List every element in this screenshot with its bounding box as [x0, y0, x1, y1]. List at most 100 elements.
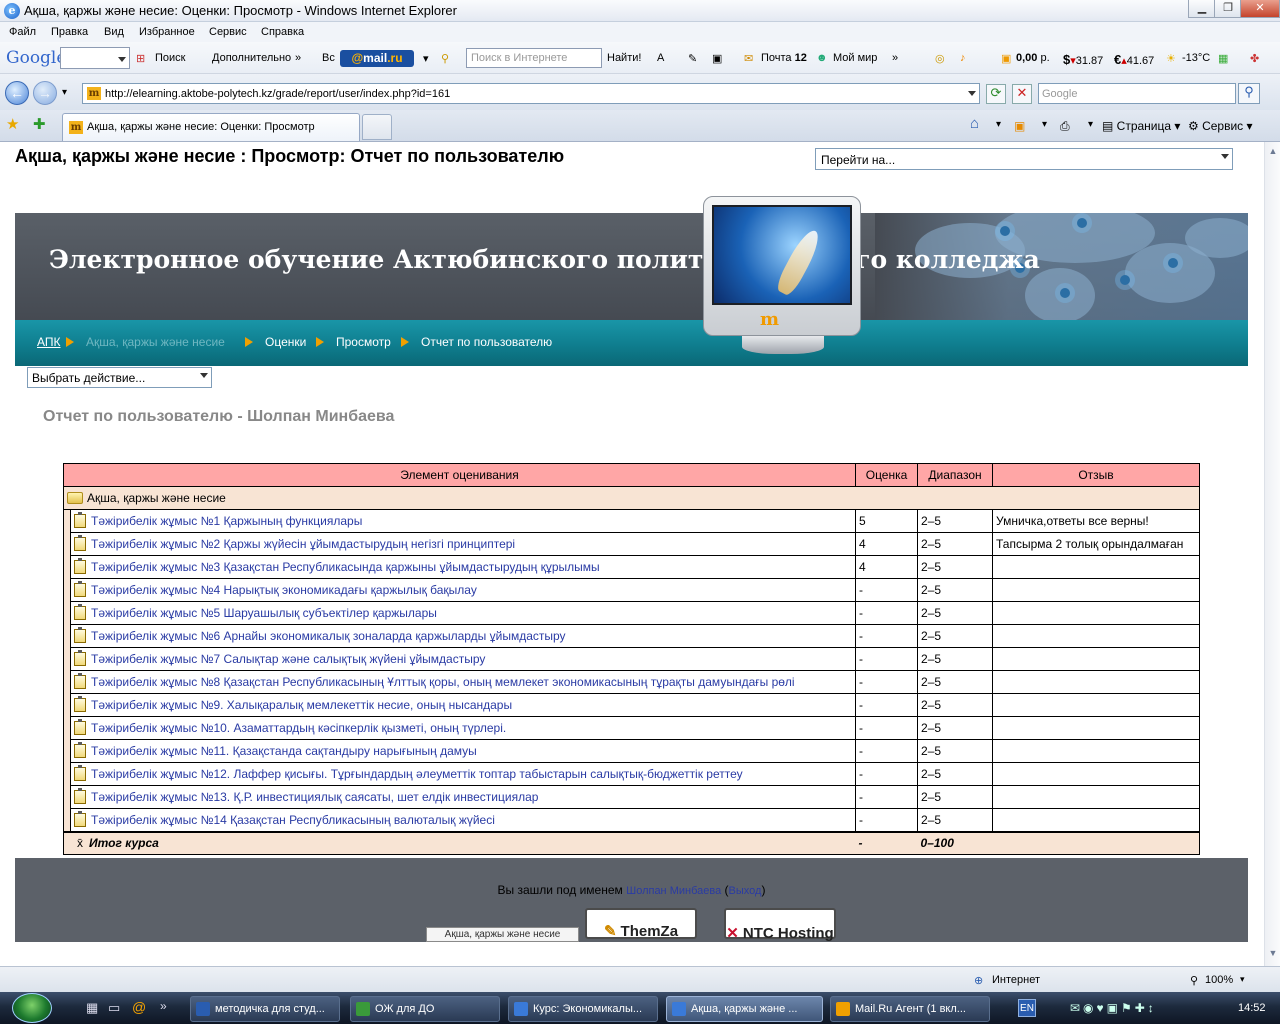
action-select[interactable]: Выбрать действие...	[27, 367, 212, 388]
print-icon[interactable]: ⎙	[1060, 119, 1070, 134]
menu-file[interactable]: Файл	[9, 26, 36, 38]
google-search-input[interactable]	[60, 47, 130, 69]
themza-badge[interactable]: ✎ ThemZa	[585, 908, 697, 940]
language-indicator[interactable]: EN	[1018, 999, 1036, 1017]
address-url[interactable]: http://elearning.aktobe-polytech.kz/grad…	[105, 88, 450, 100]
window-titlebar: e Ақша, қаржы және несие: Оценки: Просмо…	[0, 0, 1280, 22]
scroll-down-icon[interactable]: ▼	[1267, 948, 1279, 960]
breadcrumb-view[interactable]: Просмотр	[336, 335, 391, 349]
grade-item-link[interactable]: Тәжірибелік жұмыс №3 Қазақстан Республик…	[91, 560, 600, 574]
more-chevron-icon[interactable]: »	[892, 52, 898, 64]
grade-item-link[interactable]: Тәжірибелік жұмыс №14 Қазақстан Республи…	[91, 813, 495, 827]
myworld-button[interactable]: Мой мир	[833, 52, 877, 64]
grade-item-link[interactable]: Тәжірибелік жұмыс №7 Салықтар және салық…	[91, 652, 485, 666]
user-link[interactable]: Шолпан Минбаева	[626, 885, 721, 897]
weather-value[interactable]: -13°С	[1182, 52, 1210, 64]
scroll-up-icon[interactable]: ▲	[1267, 146, 1279, 158]
grade-item-link[interactable]: Тәжірибелік жұмыс №8 Қазақстан Республик…	[91, 675, 795, 689]
menu-view[interactable]: Вид	[104, 26, 124, 38]
forward-button[interactable]: →	[33, 81, 57, 105]
row-indent	[63, 716, 71, 740]
system-tray-icons[interactable]: ✉◉♥▣⚑✚↕	[1070, 1001, 1157, 1015]
mailru-quicklaunch-icon[interactable]: @	[132, 999, 146, 1015]
vertical-scrollbar[interactable]: ▲ ▼	[1264, 142, 1280, 966]
home-dropdown-icon[interactable]: ▾	[996, 119, 1001, 130]
quicklaunch-icon[interactable]: ▭	[108, 1000, 120, 1016]
google-more-button[interactable]: Дополнительно	[212, 52, 291, 64]
font-size-icon[interactable]: A	[657, 52, 664, 64]
back-button[interactable]: ←	[5, 81, 29, 105]
start-button[interactable]	[12, 993, 52, 1023]
address-bar[interactable]: m http://elearning.aktobe-polytech.kz/gr…	[82, 83, 980, 104]
zoom-dropdown-icon[interactable]: ▾	[1240, 974, 1245, 985]
taskbar-item-ie-course[interactable]: Курс: Экономикалы...	[508, 996, 658, 1022]
grade-item-link[interactable]: Тәжірибелік жұмыс №2 Қаржы жүйесін ұйымд…	[91, 537, 515, 551]
logout-link[interactable]: Выход	[729, 885, 762, 897]
browser-search-input[interactable]: Google	[1038, 83, 1236, 104]
close-button[interactable]: ✕	[1240, 0, 1280, 18]
rss-dropdown-icon[interactable]: ▾	[1042, 119, 1047, 130]
clock[interactable]: 14:52	[1238, 1002, 1266, 1014]
dropdown-arrow-icon[interactable]: ▾	[423, 52, 429, 65]
taskbar-item-folder[interactable]: ОЖ для ДО	[350, 996, 500, 1022]
quicklaunch-more-icon[interactable]: »	[160, 999, 167, 1013]
games-icon[interactable]: ✤	[1250, 52, 1259, 65]
desktop-icon[interactable]: ▦	[86, 1000, 98, 1016]
window-icon[interactable]: ▣	[712, 52, 722, 65]
course-footer-tab[interactable]: Ақша, қаржы және несие	[426, 927, 579, 942]
new-tab-button[interactable]	[362, 114, 392, 140]
range-cell: 2–5	[917, 601, 994, 625]
grade-item-link[interactable]: Тәжірибелік жұмыс №1 Қаржының функциялар…	[91, 514, 362, 528]
jump-to-select[interactable]: Перейти на...	[815, 148, 1233, 170]
refresh-icon[interactable]: ⟳	[986, 84, 1006, 104]
music-icon[interactable]: ♪	[960, 52, 966, 64]
minimize-button[interactable]: ▁	[1188, 0, 1216, 18]
grade-item-link[interactable]: Тәжірибелік жұмыс №5 Шаруашылық субъекті…	[91, 606, 437, 620]
eur-rate[interactable]: €▴41.67	[1114, 52, 1154, 67]
ntc-hosting-badge[interactable]: ✕ NTC Hosting	[724, 908, 836, 942]
zoom-icon[interactable]: ⚲	[1190, 974, 1198, 987]
add-favorite-icon[interactable]: ✚	[33, 115, 46, 133]
menu-favorites[interactable]: Избранное	[139, 26, 195, 38]
menu-tools[interactable]: Сервис	[209, 26, 247, 38]
home-icon[interactable]: ⌂	[970, 115, 979, 132]
web-search-input[interactable]: Поиск в Интернете	[466, 48, 602, 68]
maximize-button[interactable]: ❐	[1214, 0, 1242, 18]
print-dropdown-icon[interactable]: ▾	[1088, 119, 1093, 130]
menu-edit[interactable]: Правка	[51, 26, 88, 38]
rss-icon[interactable]: ▣	[1014, 119, 1025, 133]
grade-item-link[interactable]: Тәжірибелік жұмыс №6 Арнайы экономикалық…	[91, 629, 566, 643]
grade-item-link[interactable]: Тәжірибелік жұмыс №12. Лаффер қисығы. Тұ…	[91, 767, 743, 781]
map-icon[interactable]: ▦	[1218, 52, 1228, 65]
page-menu-button[interactable]: ▤ Страница ▾	[1102, 119, 1180, 133]
history-dropdown-icon[interactable]: ▾	[62, 87, 67, 98]
find-button[interactable]: Найти!	[607, 52, 641, 64]
menu-help[interactable]: Справка	[261, 26, 304, 38]
breadcrumb-course[interactable]: Ақша, қаржы және несие	[86, 335, 225, 349]
tools-menu-button[interactable]: ⚙ Сервис ▾	[1188, 119, 1253, 133]
grade-item-link[interactable]: Тәжірибелік жұмыс №11. Қазақстанда сақта…	[91, 744, 477, 758]
grade-item-link[interactable]: Тәжірибелік жұмыс №13. Қ.Р. инвестициялы…	[91, 790, 538, 804]
grade-item-link[interactable]: Тәжірибелік жұмыс №9. Халықаралық мемлек…	[91, 698, 512, 712]
stop-icon[interactable]: ✕	[1012, 84, 1032, 104]
mail-button[interactable]: Почта 12	[761, 52, 807, 64]
google-search-button[interactable]: Поиск	[155, 52, 185, 64]
highlight-icon[interactable]: ✎	[688, 52, 697, 65]
search-toolbar: Google ⊞ Поиск Дополнительно » Вс @mail.…	[0, 42, 1280, 74]
favorites-star-icon[interactable]: ★	[6, 115, 19, 133]
browser-search-icon[interactable]: ⚲	[1238, 83, 1260, 104]
taskbar-item-mailru-agent[interactable]: Mail.Ru Агент (1 вкл...	[830, 996, 990, 1022]
wallet-balance[interactable]: 0,00 р.	[1016, 52, 1050, 64]
taskbar-item-word[interactable]: методичка для студ...	[190, 996, 340, 1022]
taskbar-item-ie-active[interactable]: Ақша, қаржы және ...	[666, 996, 823, 1022]
grade-item-link[interactable]: Тәжірибелік жұмыс №4 Нарықтық экономикад…	[91, 583, 477, 597]
zoom-level[interactable]: 100%	[1205, 974, 1233, 986]
breadcrumb-grades[interactable]: Оценки	[265, 335, 306, 349]
agent-icon[interactable]: ◎	[935, 52, 945, 65]
chevron-right-icon[interactable]: »	[295, 52, 301, 64]
usd-rate[interactable]: $▾31.87	[1063, 52, 1103, 67]
mailru-logo[interactable]: @mail.ru	[340, 50, 414, 67]
grade-item-link[interactable]: Тәжірибелік жұмыс №10. Азаматтардың кәсі…	[91, 721, 506, 735]
breadcrumb-home[interactable]: АПК	[37, 335, 60, 349]
tab-active[interactable]: m Ақша, қаржы және несие: Оценки: Просмо…	[62, 113, 360, 141]
